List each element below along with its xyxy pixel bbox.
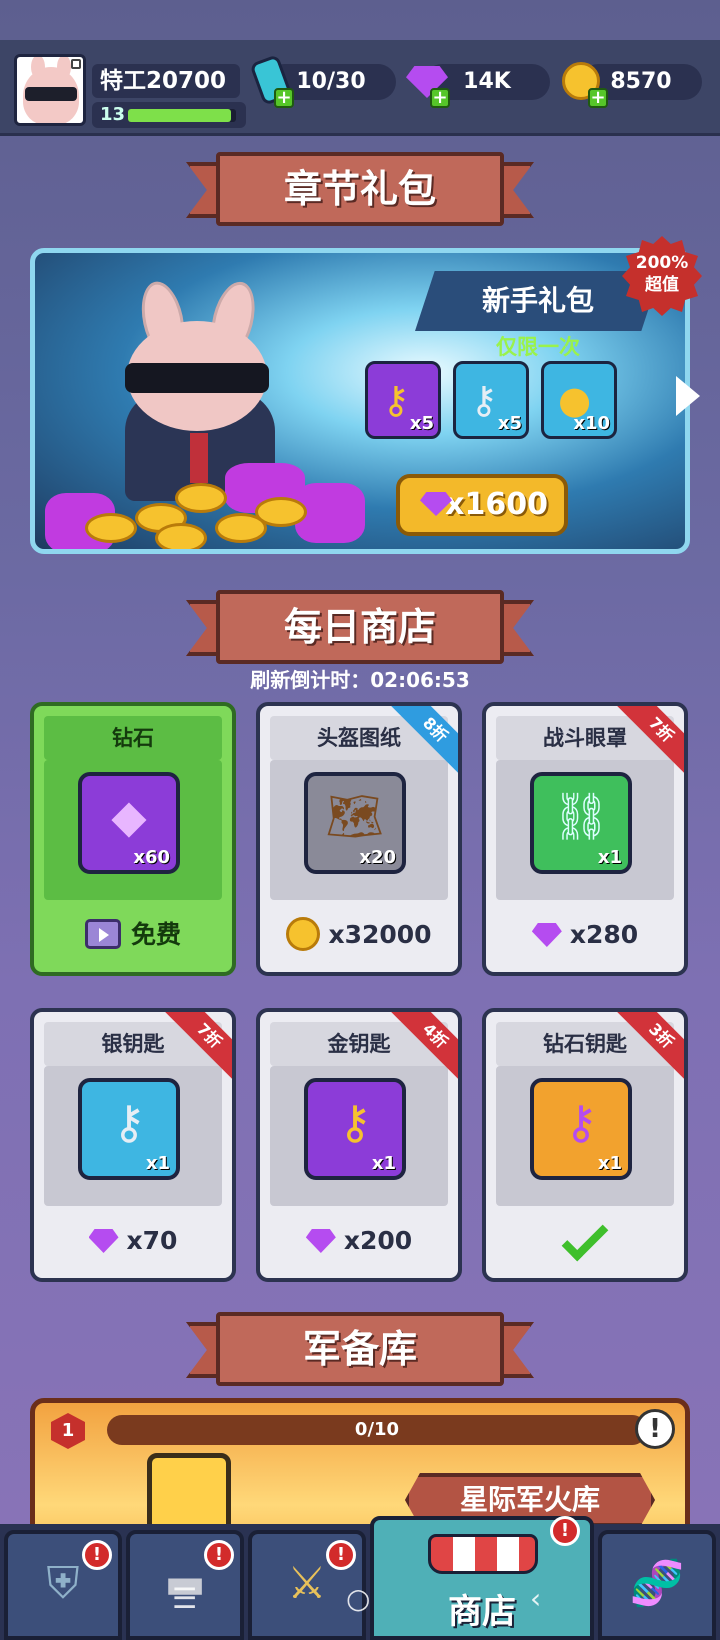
- player-avatar[interactable]: [14, 54, 86, 126]
- pack-item-coin-bag: ● x10: [541, 361, 617, 439]
- chapter-pack-banner: 章节礼包: [186, 152, 534, 226]
- player-level-bar: 13: [92, 102, 246, 128]
- system-back-icon[interactable]: ‹: [530, 1582, 541, 1615]
- buy-button[interactable]: x200: [260, 1218, 458, 1264]
- treasure-pile-illustration: [45, 453, 375, 549]
- buy-button[interactable]: x280: [486, 912, 684, 958]
- armory-progress: 0/10: [107, 1415, 647, 1445]
- notification-badge: !: [204, 1540, 234, 1570]
- gem-icon: [88, 1229, 119, 1253]
- nav-shop-label: 商店: [448, 1592, 516, 1632]
- avatar-frame-icon: [71, 59, 81, 69]
- nav-shop[interactable]: ! 商店: [370, 1516, 594, 1640]
- buy-button[interactable]: x70: [34, 1218, 232, 1264]
- next-pack-arrow-icon[interactable]: [676, 376, 700, 416]
- gold-counter[interactable]: + 8570: [562, 62, 702, 108]
- shop-icon: [428, 1534, 538, 1574]
- daily-shop-banner: 每日商店: [186, 590, 534, 664]
- nav-armor[interactable]: ⛨ !: [4, 1530, 122, 1640]
- pack-item-gold-key: ⚷ x5: [365, 361, 441, 439]
- diamond-key-icon: ⚷ x1: [530, 1078, 632, 1180]
- add-gold-button[interactable]: +: [588, 88, 608, 108]
- shop-item-gold-key[interactable]: 金钥匙 ⚷ x1 4折 x200: [256, 1008, 462, 1282]
- shop-item-diamond[interactable]: 钻石 ◆ x60 免费: [30, 702, 236, 976]
- gem-icon: [305, 1229, 336, 1253]
- armor-icon: ⛨: [46, 1558, 80, 1609]
- pack-buy-button[interactable]: x1600: [396, 474, 568, 536]
- silver-key-icon: ⚷: [470, 378, 498, 422]
- pack-item-silver-key: ⚷ x5: [453, 361, 529, 439]
- gold-key-icon: ⚷ x1: [304, 1078, 406, 1180]
- free-claim-button[interactable]: 免费: [34, 912, 232, 958]
- player-name: 特工20700: [92, 64, 240, 98]
- shop-item-helmet-blueprint[interactable]: 头盔图纸 🗺 x20 8折 x32000: [256, 702, 462, 976]
- pack-title: 新手礼包: [415, 271, 661, 331]
- energy-counter[interactable]: + 10/30: [249, 54, 396, 108]
- gem-icon: [531, 923, 562, 947]
- dna-icon: 🧬: [629, 1558, 685, 1609]
- armory-level-badge: 1: [51, 1413, 85, 1449]
- info-icon[interactable]: !: [635, 1409, 675, 1449]
- chapter-pack-card[interactable]: 新手礼包 仅限一次 ⚷ x5 ⚷ x5 ● x10: [30, 248, 690, 554]
- refresh-countdown: 刷新倒计时：02:06:53: [250, 668, 470, 692]
- gem-icon: ◆ x60: [78, 772, 180, 874]
- pack-limit-text: 仅限一次: [496, 335, 580, 359]
- nav-dna[interactable]: 🧬: [598, 1530, 716, 1640]
- helmet-blueprint-icon: 🗺 x20: [304, 772, 406, 874]
- eye-mask-icon: ⛓ x1: [530, 772, 632, 874]
- buy-button[interactable]: x32000: [260, 912, 458, 958]
- armory-banner: 军备库: [186, 1312, 534, 1386]
- system-home-icon[interactable]: ○: [346, 1582, 370, 1615]
- gem-counter[interactable]: + 14K: [406, 64, 550, 108]
- crossed-swords-icon: ⚔: [287, 1558, 327, 1609]
- gold-key-icon: ⚷: [382, 378, 410, 422]
- player-level: 13: [100, 104, 126, 125]
- xp-progress-fill: [128, 109, 231, 122]
- shop-item-silver-key[interactable]: 银钥匙 ⚷ x1 7折 x70: [30, 1008, 236, 1282]
- notification-badge: !: [550, 1516, 580, 1546]
- video-ad-icon: [84, 919, 121, 949]
- purchased-indicator: [486, 1214, 684, 1264]
- notification-badge: !: [82, 1540, 112, 1570]
- add-energy-button[interactable]: +: [274, 88, 294, 108]
- add-gems-button[interactable]: +: [430, 88, 450, 108]
- coin-icon: [286, 917, 321, 951]
- system-menu-icon[interactable]: ☰: [172, 1582, 197, 1615]
- shop-item-diamond-key[interactable]: 钻石钥匙 ⚷ x1 3折: [482, 1008, 688, 1282]
- checkmark-icon: [561, 1214, 609, 1262]
- notification-badge: !: [326, 1540, 356, 1570]
- silver-key-icon: ⚷ x1: [78, 1078, 180, 1180]
- shop-item-eye-mask[interactable]: 战斗眼罩 ⛓ x1 7折 x280: [482, 702, 688, 976]
